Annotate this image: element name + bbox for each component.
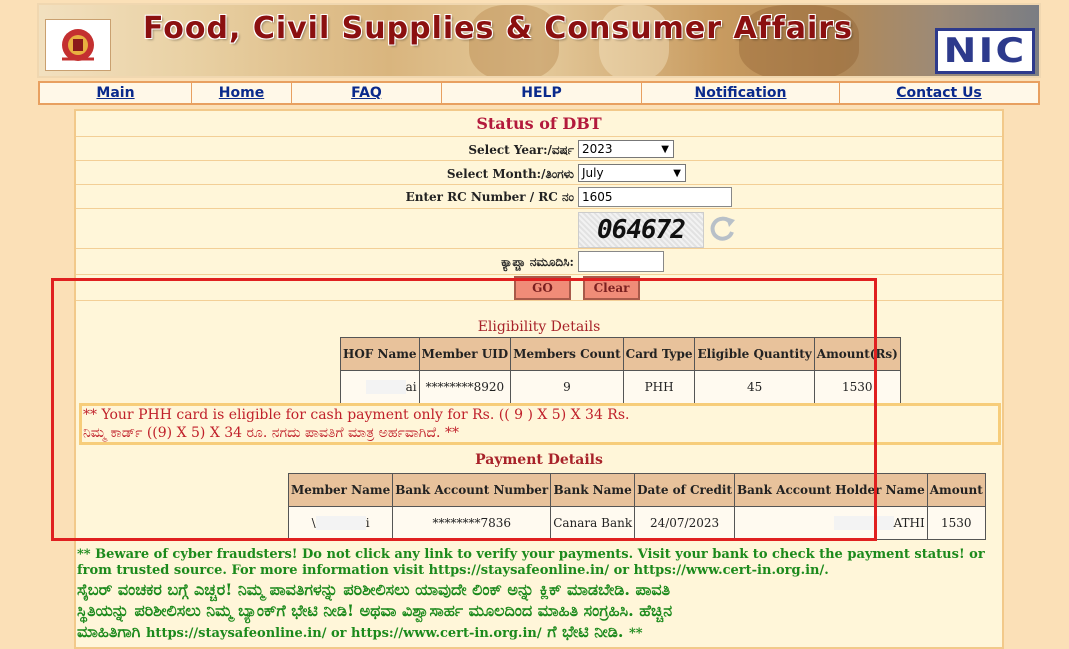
table-row: \ x i ********7836 Canara Bank 24/07/2023 … [287, 506, 986, 540]
month-label: Select Month:/ತಿಂಗಳು [446, 167, 574, 181]
refresh-icon[interactable] [706, 214, 738, 248]
eligibility-table: HOF Name Member UID Members Count Card T… [340, 337, 901, 404]
cell-amount: 1530 [813, 370, 901, 404]
rc-label: Enter RC Number / RC ನಂ [405, 190, 574, 204]
year-row: Select Year:/ವರ್ಷ 2023 ▼ [76, 137, 1002, 161]
nav-faq[interactable]: FAQ [292, 83, 442, 103]
nav-contact-us-link[interactable]: Contact Us [896, 85, 982, 101]
cell-eligible-quantity: 45 [694, 370, 815, 404]
cell-member-name: \ x i [287, 506, 394, 540]
nav-contact-us[interactable]: Contact Us [840, 83, 1038, 103]
table-row: xai ********8920 9 PHH 45 1530 [340, 370, 901, 404]
year-select[interactable]: 2023 ▼ [578, 140, 674, 158]
col-bank-name: Bank Name [550, 473, 636, 507]
cell-member-uid: ********8920 [418, 370, 512, 404]
warning-kn-line-2: ಸ್ಥಿತಿಯನ್ನು ಪರಿಶೀಲಿಸಲು ನಿಮ್ಮ ಬ್ಯಾಂಕ್‌ಗೆ … [77, 601, 673, 620]
cell-card-type: PHH [622, 370, 696, 404]
captcha-input[interactable] [578, 251, 664, 272]
nav-main-link[interactable]: Main [96, 85, 134, 101]
warning-end-mark: ** [628, 626, 643, 641]
payment-table: Member Name Bank Account Number Bank Nam… [287, 473, 986, 540]
eligibility-title: Eligibility Details [477, 319, 601, 335]
col-account-holder-name: Bank Account Holder Name [734, 473, 928, 507]
nav-help-label[interactable]: HELP [521, 85, 561, 101]
notice-line-kn: ನಿಮ್ಮ ಕಾರ್ಡ್ ((9) X 5) X 34 ರೂ. ನಗದು ಪಾವ… [83, 425, 459, 441]
captcha-label: ಕ್ಯಾಪ್ಚಾ ನಮೂದಿಸಿ: [501, 255, 574, 269]
col-eligible-quantity: Eligible Quantity [694, 337, 815, 371]
warning-links: https://staysafeonline.in/ or https://ww… [145, 626, 542, 641]
cyber-fraud-warning: ** Beware of cyber fraudsters! Do not cl… [77, 547, 1003, 644]
warning-kn-visit: ಗೆ ಭೇಟಿ ನೀಡಿ. [547, 622, 624, 641]
captcha-input-row: ಕ್ಯಾಪ್ಚಾ ನಮೂದಿಸಿ: [76, 249, 1002, 275]
karnataka-emblem-icon [45, 19, 111, 71]
notice-line-en: ** Your PHH card is eligible for cash pa… [83, 407, 630, 423]
nav-main[interactable]: Main [40, 83, 192, 103]
month-select-value: July [582, 166, 604, 180]
nav-faq-link[interactable]: FAQ [351, 85, 382, 101]
cell-members-count: 9 [510, 370, 624, 404]
warning-en: ** Beware of cyber fraudsters! Do not cl… [77, 547, 985, 578]
buttons-row: GO Clear [76, 275, 1002, 301]
payment-header-row: Member Name Bank Account Number Bank Nam… [287, 473, 986, 507]
captcha-image-row: 064672 [76, 209, 1002, 249]
main-nav: Main Home FAQ HELP Notification Contact … [38, 81, 1040, 105]
col-member-name: Member Name [287, 473, 394, 507]
col-card-type: Card Type [622, 337, 696, 371]
cell-date-of-credit: 24/07/2023 [634, 506, 735, 540]
page: Food, Civil Supplies & Consumer Affairs … [37, 3, 1041, 649]
rc-row: Enter RC Number / RC ನಂ 1605 [76, 185, 1002, 209]
site-title: Food, Civil Supplies & Consumer Affairs [143, 11, 853, 46]
warning-kn-more-info: ಮಾಹಿತಿಗಾಗಿ [77, 622, 141, 641]
captcha-text: 064672 [597, 215, 686, 245]
dbt-status-panel: Status of DBT Select Year:/ವರ್ಷ 2023 ▼ S… [74, 109, 1004, 649]
warning-kn-line-3: ಮಾಹಿತಿಗಾಗಿ https://staysafeonline.in/ or… [77, 621, 1003, 644]
col-member-uid: Member UID [418, 337, 512, 371]
cell-bank-account-number: ********7836 [392, 506, 552, 540]
nic-logo-text: NIC [943, 31, 1027, 71]
year-label: Select Year:/ವರ್ಷ [468, 143, 574, 157]
title-row: Status of DBT [76, 111, 1002, 137]
col-members-count: Members Count [510, 337, 624, 371]
eligibility-header-row: HOF Name Member UID Members Count Card T… [340, 337, 901, 371]
page-title: Status of DBT [476, 114, 602, 133]
col-amount: Amount(Rs) [813, 337, 901, 371]
col-date-of-credit: Date of Credit [634, 473, 735, 507]
cell-bank-name: Canara Bank [550, 506, 636, 540]
eligibility-notice: ** Your PHH card is eligible for cash pa… [79, 403, 1001, 445]
cell-payment-amount: 1530 [926, 506, 986, 540]
account-holder-value: ATHI [893, 516, 925, 530]
member-name-suffix: i [365, 516, 370, 530]
col-hof-name: HOF Name [340, 337, 420, 371]
chevron-down-icon: ▼ [661, 144, 669, 155]
rc-number-input[interactable]: 1605 [578, 187, 732, 207]
clear-button[interactable]: Clear [583, 276, 640, 300]
month-select[interactable]: July ▼ [578, 164, 686, 182]
rc-number-value: 1605 [582, 190, 613, 204]
year-select-value: 2023 [582, 142, 613, 156]
chevron-down-icon: ▼ [673, 168, 681, 179]
captcha-image: 064672 [578, 212, 704, 248]
nic-logo: NIC [935, 28, 1035, 74]
col-bank-account-number: Bank Account Number [392, 473, 552, 507]
nav-help[interactable]: HELP [442, 83, 642, 103]
nav-home[interactable]: Home [192, 83, 292, 103]
cell-account-holder-name: xATHI [734, 506, 928, 540]
header-banner: Food, Civil Supplies & Consumer Affairs … [37, 3, 1041, 78]
cell-hof-name: xai [340, 370, 420, 404]
nav-notification-link[interactable]: Notification [694, 85, 786, 101]
col-payment-amount: Amount [926, 473, 986, 507]
go-button[interactable]: GO [514, 276, 571, 300]
nav-notification[interactable]: Notification [642, 83, 840, 103]
hof-name-value: ai [405, 380, 417, 394]
warning-kn-line-1: ಸೈಬರ್ ವಂಚಕರ ಬಗ್ಗೆ ಎಚ್ಚರ! ನಿಮ್ಮ ಪಾವತಿಗಳನ್… [77, 580, 671, 599]
month-row: Select Month:/ತಿಂಗಳು July ▼ [76, 161, 1002, 185]
nav-home-link[interactable]: Home [219, 85, 264, 101]
payment-title: Payment Details [475, 452, 603, 468]
